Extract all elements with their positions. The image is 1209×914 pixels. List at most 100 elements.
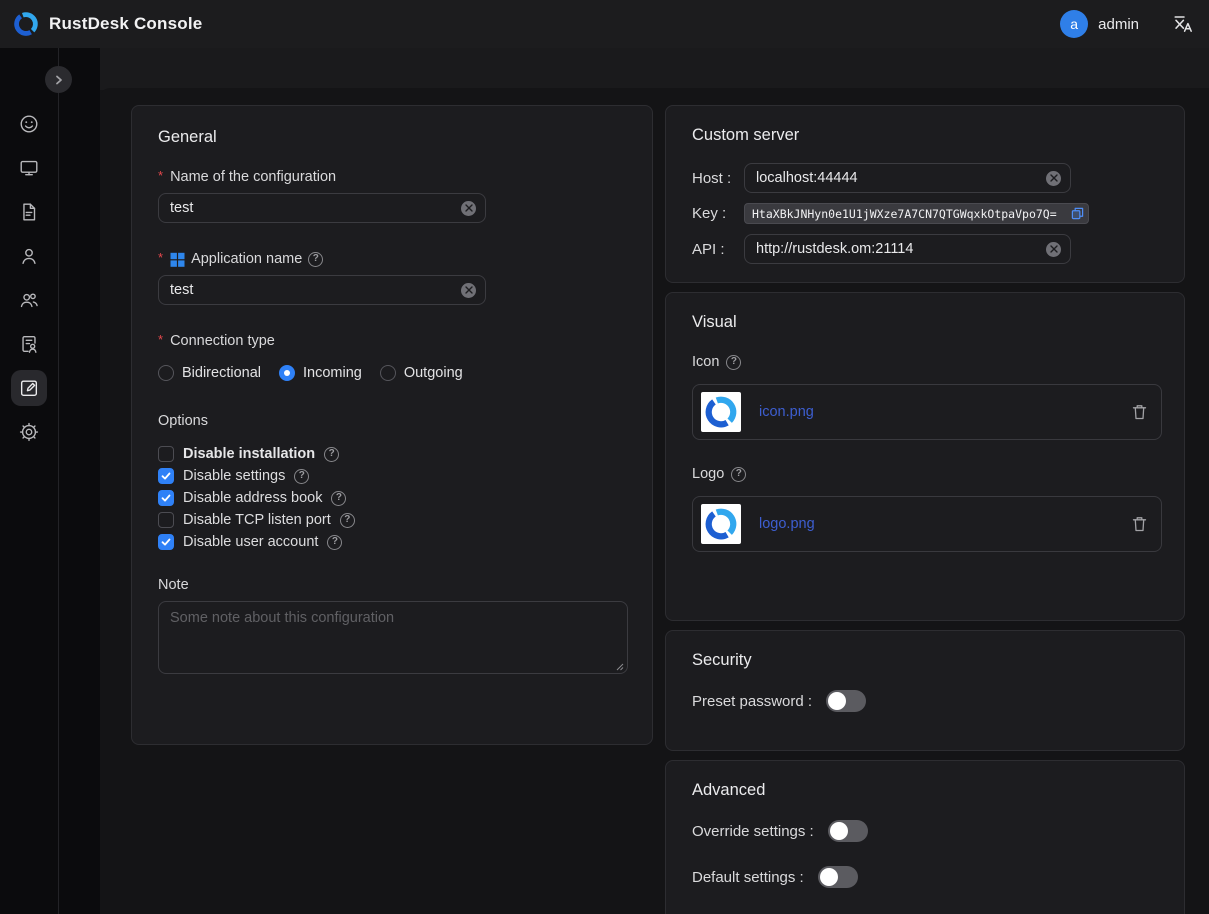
sidebar-item-audit[interactable] [11,194,47,230]
app-name-label-row: * Application name ? [158,251,626,267]
top-band [100,48,1209,90]
clear-icon[interactable] [1046,242,1061,257]
sidebar-item-overview[interactable] [11,106,47,142]
sidebar [0,48,100,914]
radio-outgoing[interactable]: Outgoing [380,365,463,381]
username-label[interactable]: admin [1098,16,1139,33]
general-title: General [158,128,626,147]
smiley-icon [18,113,40,135]
config-name-input[interactable] [170,200,455,216]
required-asterisk: * [158,168,163,183]
api-input[interactable] [756,241,1040,257]
key-value: HtaXBkJNHyn0e1U1jWXze7A7CN7QTGWqxkOtpaVp… [752,207,1057,221]
preset-password-toggle[interactable] [826,690,866,712]
visual-card: Visual Icon ? icon.png [665,292,1185,621]
help-icon[interactable]: ? [726,355,741,370]
translate-icon[interactable] [1173,14,1193,34]
custom-server-card: Custom server Host : Key : HtaXBkJNHyn0e… [665,105,1185,283]
note-textarea[interactable] [158,601,628,674]
sidebar-item-groups[interactable] [11,282,47,318]
radio-bidirectional[interactable]: Bidirectional [158,365,261,381]
windows-icon [170,252,185,267]
help-icon[interactable]: ? [294,469,309,484]
app-name-input[interactable] [170,282,455,298]
help-icon[interactable]: ? [340,513,355,528]
host-label: Host : [692,170,744,187]
default-settings-toggle[interactable] [818,866,858,888]
checkbox-icon [158,446,174,462]
preset-password-label: Preset password : [692,693,812,710]
security-card: Security Preset password : [665,630,1185,751]
option-disable-settings[interactable]: Disable settings ? [158,465,626,487]
radio-icon [279,365,295,381]
help-icon[interactable]: ? [731,467,746,482]
resize-grip-icon[interactable] [615,662,624,671]
config-name-input-wrap [158,193,486,223]
required-asterisk: * [158,332,163,347]
trash-icon[interactable] [1132,516,1147,532]
config-name-label-row: * Name of the configuration [158,169,626,185]
option-disable-address-book[interactable]: Disable address book ? [158,487,626,509]
user-icon [18,245,40,267]
sidebar-collapse-button[interactable] [45,66,72,93]
logo-file-link[interactable]: logo.png [759,516,1132,532]
api-row: API : [692,234,1158,264]
option-disable-user-account[interactable]: Disable user account ? [158,531,626,553]
users-icon [18,289,40,311]
checkbox-icon [158,468,174,484]
sidebar-item-settings[interactable] [11,414,47,450]
preset-password-row: Preset password : [692,690,1158,712]
option-disable-tcp-listen-port[interactable]: Disable TCP listen port ? [158,509,626,531]
icon-file-link[interactable]: icon.png [759,404,1132,420]
key-label: Key : [692,205,744,222]
host-row: Host : [692,163,1158,193]
logo-filebox: logo.png [692,496,1162,552]
checkbox-icon [158,512,174,528]
api-input-wrap [744,234,1071,264]
checkbox-icon [158,490,174,506]
clear-icon[interactable] [461,283,476,298]
option-disable-installation[interactable]: Disable installation ? [158,443,626,465]
edit-square-icon [18,377,40,399]
host-input[interactable] [756,170,1040,186]
rustdesk-logo-icon [13,11,39,37]
clear-icon[interactable] [1046,171,1061,186]
logo-preview [701,504,741,544]
general-card: General * Name of the configuration * [131,105,653,745]
api-label: API : [692,241,744,258]
help-icon[interactable]: ? [308,252,323,267]
brand: RustDesk Console [13,11,202,37]
connection-type-label: Connection type [170,333,275,349]
sidebar-item-devices[interactable] [11,150,47,186]
help-icon[interactable]: ? [331,491,346,506]
help-icon[interactable]: ? [324,447,339,462]
sidebar-item-users[interactable] [11,238,47,274]
radio-incoming[interactable]: Incoming [279,365,362,381]
radio-icon [158,365,174,381]
main-panel: General * Name of the configuration * [100,88,1209,914]
icon-preview [701,392,741,432]
advanced-card: Advanced Override settings : Default set… [665,760,1185,914]
logo-label-row: Logo ? [692,466,1158,482]
sidebar-item-strategies[interactable] [11,326,47,362]
app-name-input-wrap [158,275,486,305]
override-settings-toggle[interactable] [828,820,868,842]
help-icon[interactable]: ? [327,535,342,550]
copy-icon[interactable] [1071,207,1084,220]
default-settings-label: Default settings : [692,869,804,886]
chevron-right-icon [53,74,65,86]
document-icon [18,201,40,223]
gear-icon [18,421,40,443]
override-settings-label: Override settings : [692,823,814,840]
advanced-title: Advanced [692,781,1158,800]
top-bar: RustDesk Console a admin [0,0,1209,48]
key-value-chip: HtaXBkJNHyn0e1U1jWXze7A7CN7QTGWqxkOtpaVp… [744,203,1089,224]
visual-title: Visual [692,313,1158,332]
user-avatar[interactable]: a [1060,10,1088,38]
trash-icon[interactable] [1132,404,1147,420]
sidebar-item-custom-clients[interactable] [11,370,47,406]
default-settings-row: Default settings : [692,866,1158,888]
clear-icon[interactable] [461,201,476,216]
icon-label: Icon [692,354,719,370]
radio-icon [380,365,396,381]
